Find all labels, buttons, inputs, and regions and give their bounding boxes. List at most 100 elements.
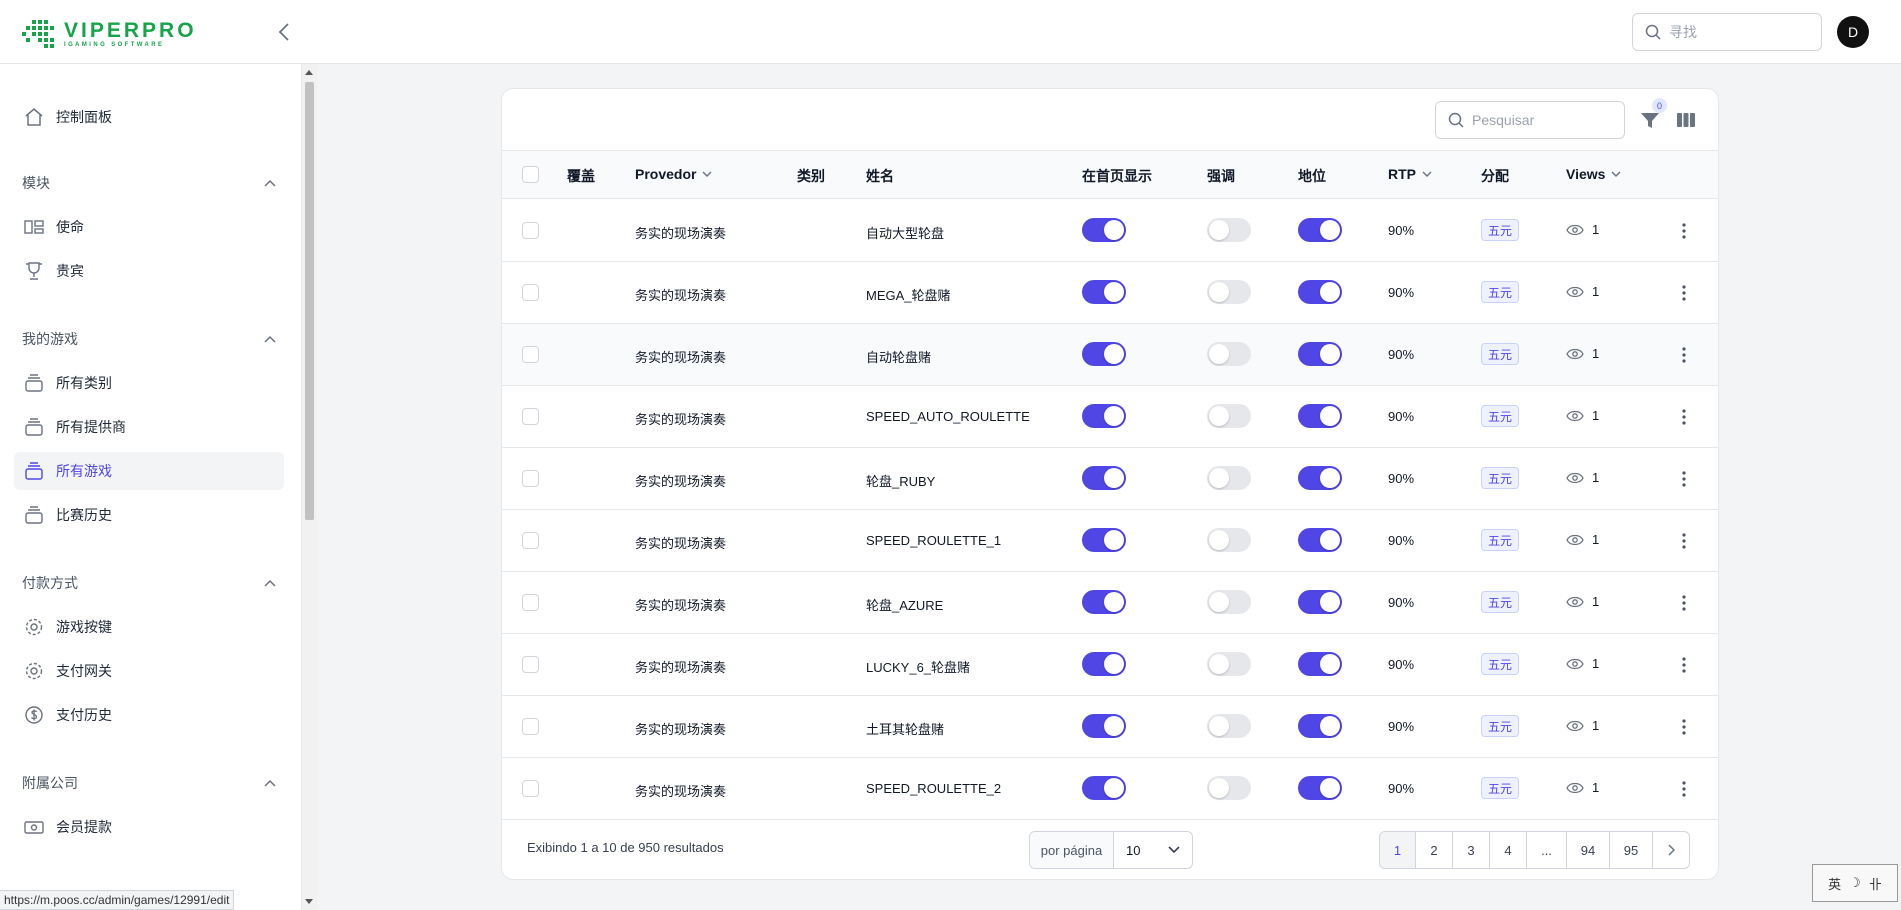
scroll-up-arrow[interactable] (305, 70, 313, 75)
home-display-toggle[interactable] (1082, 404, 1126, 428)
sidebar-item-all-categories[interactable]: 所有类别 (14, 364, 284, 402)
sidebar-item-match-history[interactable]: 比赛历史 (14, 496, 284, 534)
table-row[interactable]: 务实的现场演奏 轮盘_RUBY 90% 五元 1 (502, 448, 1718, 510)
row-actions-menu[interactable] (1674, 281, 1694, 305)
highlight-toggle[interactable] (1207, 280, 1251, 304)
columns-icon[interactable] (1675, 109, 1697, 131)
column-rtp[interactable]: RTP (1388, 166, 1432, 182)
scroll-thumb[interactable] (305, 82, 314, 520)
sidebar-item-payment-history[interactable]: 支付历史 (14, 696, 284, 734)
sidebar-collapse-button[interactable] (272, 20, 296, 44)
row-actions-menu[interactable] (1674, 405, 1694, 429)
status-toggle[interactable] (1298, 590, 1342, 614)
sidebar-item-game-keys[interactable]: 游戏按键 (14, 608, 284, 646)
row-checkbox[interactable] (522, 284, 539, 301)
sidebar-item-dashboard[interactable]: 控制面板 (14, 98, 284, 136)
sidebar-item-payment-gateway[interactable]: 支付网关 (14, 652, 284, 690)
per-page-select[interactable]: 10 (1114, 832, 1192, 868)
home-display-toggle[interactable] (1082, 466, 1126, 490)
highlight-toggle[interactable] (1207, 218, 1251, 242)
home-display-toggle[interactable] (1082, 714, 1126, 738)
next-page-button[interactable] (1653, 832, 1689, 868)
status-toggle[interactable] (1298, 404, 1342, 428)
home-display-toggle[interactable] (1082, 280, 1126, 304)
table-search[interactable] (1435, 101, 1625, 139)
table-row[interactable]: 务实的现场演奏 SPEED_ROULETTE_1 90% 五元 1 (502, 510, 1718, 572)
page-button-1[interactable]: 1 (1380, 832, 1416, 868)
page-button-3[interactable]: 3 (1453, 832, 1490, 868)
table-row[interactable]: 务实的现场演奏 MEGA_轮盘赌 90% 五元 1 (502, 262, 1718, 324)
table-row[interactable]: 务实的现场演奏 轮盘_AZURE 90% 五元 1 (502, 572, 1718, 634)
ime-indicator[interactable]: 英 ☽ 卝 (1812, 864, 1898, 902)
row-actions-menu[interactable] (1674, 219, 1694, 243)
home-display-toggle[interactable] (1082, 342, 1126, 366)
scroll-down-arrow[interactable] (305, 899, 313, 904)
highlight-toggle[interactable] (1207, 652, 1251, 676)
sidebar-item-all-games[interactable]: 所有游戏 (14, 452, 284, 490)
row-actions-menu[interactable] (1674, 343, 1694, 367)
sidebar-group-my-games[interactable]: 我的游戏 (22, 327, 276, 351)
table-row[interactable]: 务实的现场演奏 LUCKY_6_轮盘赌 90% 五元 1 (502, 634, 1718, 696)
page-button-94[interactable]: 94 (1567, 832, 1610, 868)
table-row[interactable]: 务实的现场演奏 自动大型轮盘 90% 五元 1 (502, 200, 1718, 262)
table-row[interactable]: 务实的现场演奏 SPEED_AUTO_ROULETTE 90% 五元 1 (502, 386, 1718, 448)
global-search-input[interactable] (1669, 24, 1799, 40)
sidebar-item-all-providers[interactable]: 所有提供商 (14, 408, 284, 446)
highlight-toggle[interactable] (1207, 528, 1251, 552)
row-checkbox[interactable] (522, 346, 539, 363)
status-toggle[interactable] (1298, 652, 1342, 676)
table-row[interactable]: 务实的现场演奏 自动轮盘赌 90% 五元 1 (502, 324, 1718, 386)
row-checkbox[interactable] (522, 656, 539, 673)
home-display-toggle[interactable] (1082, 218, 1126, 242)
page-button-2[interactable]: 2 (1416, 832, 1453, 868)
row-actions-menu[interactable] (1674, 591, 1694, 615)
global-search[interactable] (1632, 13, 1822, 51)
page-button-95[interactable]: 95 (1610, 832, 1653, 868)
highlight-toggle[interactable] (1207, 590, 1251, 614)
status-toggle[interactable] (1298, 342, 1342, 366)
row-checkbox[interactable] (522, 532, 539, 549)
sidebar-group-affiliates[interactable]: 附属公司 (22, 771, 276, 795)
highlight-toggle[interactable] (1207, 776, 1251, 800)
status-toggle[interactable] (1298, 280, 1342, 304)
status-toggle[interactable] (1298, 528, 1342, 552)
highlight-toggle[interactable] (1207, 404, 1251, 428)
status-toggle[interactable] (1298, 714, 1342, 738)
table-search-input[interactable] (1472, 112, 1602, 128)
home-display-toggle[interactable] (1082, 590, 1126, 614)
sidebar-item-vip[interactable]: 贵宾 (14, 252, 284, 290)
home-display-toggle[interactable] (1082, 776, 1126, 800)
row-checkbox[interactable] (522, 594, 539, 611)
row-actions-menu[interactable] (1674, 777, 1694, 801)
row-checkbox[interactable] (522, 470, 539, 487)
table-row[interactable]: 务实的现场演奏 土耳其轮盘赌 90% 五元 1 (502, 696, 1718, 758)
sidebar-group-payments[interactable]: 付款方式 (22, 571, 276, 595)
row-checkbox[interactable] (522, 780, 539, 797)
sidebar-item-member-withdraw[interactable]: 会员提款 (14, 808, 284, 846)
row-checkbox[interactable] (522, 222, 539, 239)
status-toggle[interactable] (1298, 466, 1342, 490)
sidebar-group-modules[interactable]: 模块 (22, 171, 276, 195)
column-provider[interactable]: Provedor (635, 166, 712, 182)
logo[interactable]: VIPERPRO IGAMING SOFTWARE (22, 18, 197, 50)
home-display-toggle[interactable] (1082, 528, 1126, 552)
sidebar-item-missions[interactable]: 使命 (14, 208, 284, 246)
status-toggle[interactable] (1298, 218, 1342, 242)
highlight-toggle[interactable] (1207, 342, 1251, 366)
avatar[interactable]: D (1837, 16, 1869, 48)
table-row[interactable]: 务实的现场演奏 SPEED_ROULETTE_2 90% 五元 1 (502, 758, 1718, 820)
row-checkbox[interactable] (522, 718, 539, 735)
column-views[interactable]: Views (1566, 166, 1621, 182)
row-checkbox[interactable] (522, 408, 539, 425)
row-actions-menu[interactable] (1674, 653, 1694, 677)
home-display-toggle[interactable] (1082, 652, 1126, 676)
highlight-toggle[interactable] (1207, 714, 1251, 738)
page-button-4[interactable]: 4 (1490, 832, 1527, 868)
row-actions-menu[interactable] (1674, 529, 1694, 553)
status-toggle[interactable] (1298, 776, 1342, 800)
select-all-checkbox[interactable] (522, 166, 539, 183)
row-actions-menu[interactable] (1674, 467, 1694, 491)
row-actions-menu[interactable] (1674, 715, 1694, 739)
sidebar-scrollbar[interactable] (302, 64, 317, 910)
highlight-toggle[interactable] (1207, 466, 1251, 490)
